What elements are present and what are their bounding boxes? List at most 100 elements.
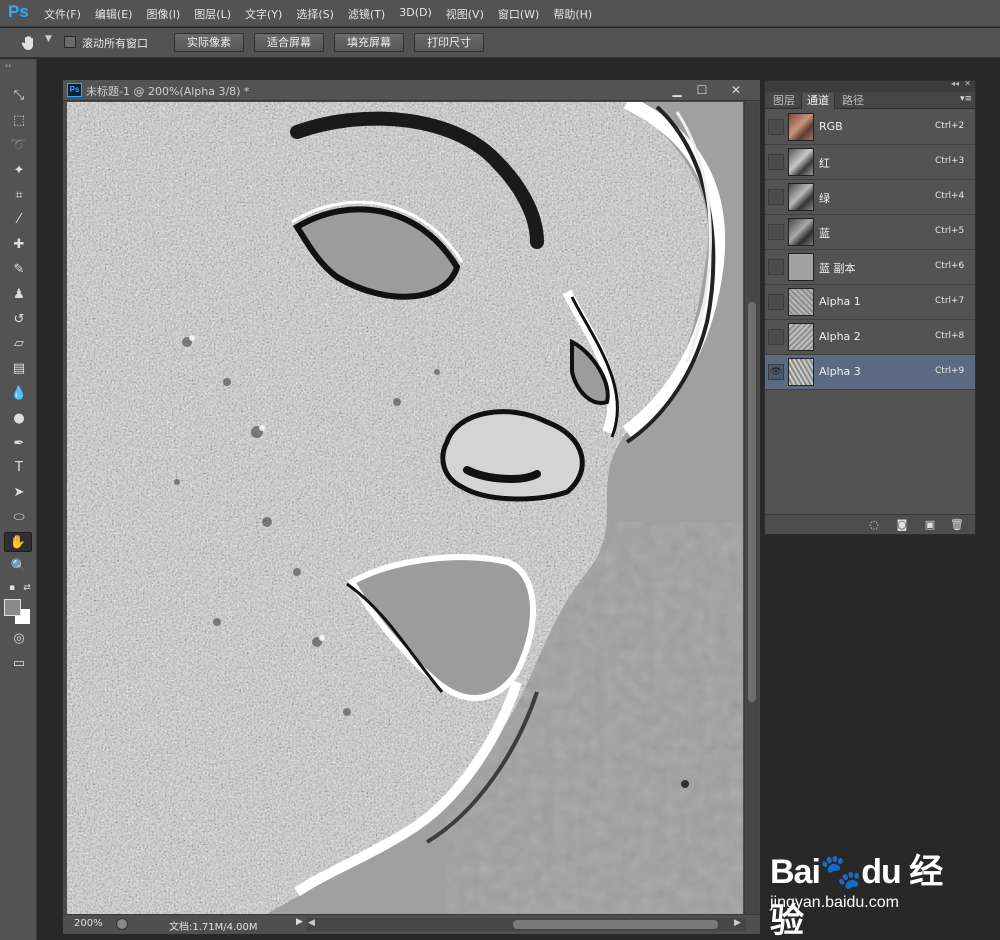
- fit-screen-button[interactable]: 适合屏幕: [254, 33, 324, 52]
- channel-row-blue-copy[interactable]: 蓝 副本 Ctrl+6: [765, 250, 975, 285]
- scroll-right-icon[interactable]: ▶: [734, 918, 741, 928]
- alpha-channel-image: [67, 102, 743, 914]
- visibility-toggle[interactable]: [768, 259, 784, 275]
- vertical-scrollbar[interactable]: [744, 102, 759, 914]
- menu-type[interactable]: 文字(Y): [245, 6, 282, 22]
- trash-icon[interactable]: 🗑: [950, 518, 964, 531]
- preset-dropdown-icon[interactable]: ▼: [45, 34, 52, 44]
- screen-mode-icon[interactable]: ▭: [9, 654, 29, 674]
- scroll-all-windows-label: 滚动所有窗口: [82, 37, 148, 50]
- menu-help[interactable]: 帮助(H): [553, 6, 592, 22]
- marquee-tool-icon[interactable]: ⬚: [9, 111, 29, 131]
- magic-wand-tool-icon[interactable]: ✦: [9, 161, 29, 181]
- hand-tool-preset-icon[interactable]: [20, 34, 38, 52]
- close-icon[interactable]: ✕: [727, 81, 745, 99]
- menu-layer[interactable]: 图层(L): [194, 6, 231, 22]
- channel-row-green[interactable]: 绿 Ctrl+4: [765, 180, 975, 215]
- maximize-icon[interactable]: ☐: [693, 81, 711, 99]
- move-tool-icon[interactable]: ⤡: [9, 86, 29, 106]
- channel-row-blue[interactable]: 蓝 Ctrl+5: [765, 215, 975, 250]
- document-title: 未标题-1 @ 200%(Alpha 3/8) *: [86, 85, 250, 98]
- foreground-color-swatch[interactable]: [4, 599, 21, 616]
- channel-name: Alpha 1: [819, 295, 861, 308]
- tab-paths[interactable]: 路径: [837, 93, 869, 109]
- tools-panel: ›› ⤡ ⬚ ➰ ✦ ⌗ ⁄ ✚ ✎ ♟ ↺ ▱ ▤ 💧 ● ✒ T ➤ ⬭ ✋…: [0, 59, 37, 940]
- zoom-tool-icon[interactable]: 🔍: [9, 557, 29, 577]
- scroll-left-icon[interactable]: ◀: [308, 918, 315, 928]
- eraser-tool-icon[interactable]: ▱: [9, 334, 29, 354]
- channel-thumbnail-blue-copy: [788, 253, 814, 281]
- visibility-toggle[interactable]: [768, 224, 784, 240]
- panel-menu-icon[interactable]: ▾≡: [960, 94, 972, 104]
- visibility-toggle[interactable]: [768, 294, 784, 310]
- visibility-toggle[interactable]: [768, 154, 784, 170]
- history-brush-tool-icon[interactable]: ↺: [9, 310, 29, 330]
- panel-collapse-icon[interactable]: ◂◂: [951, 79, 959, 88]
- channel-name: 红: [819, 157, 830, 170]
- brush-tool-icon[interactable]: ✎: [9, 260, 29, 280]
- clone-stamp-tool-icon[interactable]: ♟: [9, 285, 29, 305]
- horizontal-scroll-thumb[interactable]: [513, 920, 718, 929]
- document-title-bar[interactable]: Ps 未标题-1 @ 200%(Alpha 3/8) * ▁ ☐ ✕: [63, 80, 760, 101]
- status-menu-arrow-icon[interactable]: ▶: [296, 917, 303, 927]
- channel-name: 绿: [819, 192, 830, 205]
- tab-layers[interactable]: 图层: [768, 93, 800, 109]
- channel-thumbnail-red: [788, 148, 814, 176]
- minimize-icon[interactable]: ▁: [668, 81, 686, 99]
- eye-icon[interactable]: 👁: [768, 364, 784, 380]
- menu-image[interactable]: 图像(I): [146, 6, 180, 22]
- menu-edit[interactable]: 编辑(E): [95, 6, 133, 22]
- channel-row-alpha-3[interactable]: 👁 Alpha 3 Ctrl+9: [765, 355, 975, 390]
- channel-row-red[interactable]: 红 Ctrl+3: [765, 145, 975, 180]
- path-selection-tool-icon[interactable]: ➤: [9, 483, 29, 503]
- panel-close-icon[interactable]: ✕: [964, 79, 971, 88]
- blur-tool-icon[interactable]: 💧: [9, 384, 29, 404]
- channel-thumbnail-alpha-1: [788, 288, 814, 316]
- channel-row-alpha-2[interactable]: Alpha 2 Ctrl+8: [765, 320, 975, 355]
- channel-row-alpha-1[interactable]: Alpha 1 Ctrl+7: [765, 285, 975, 320]
- visibility-toggle[interactable]: [768, 329, 784, 345]
- quick-mask-icon[interactable]: ◎: [9, 629, 29, 649]
- crop-tool-icon[interactable]: ⌗: [9, 186, 29, 206]
- pen-tool-icon[interactable]: ✒: [9, 434, 29, 454]
- eyedropper-tool-icon[interactable]: ⁄: [9, 210, 29, 230]
- menu-file[interactable]: 文件(F): [44, 6, 81, 22]
- visibility-toggle[interactable]: [768, 119, 784, 135]
- save-selection-icon[interactable]: ◙: [895, 518, 909, 531]
- hand-tool-icon[interactable]: ✋: [4, 532, 32, 552]
- channel-thumbnail-alpha-2: [788, 323, 814, 351]
- panel-header[interactable]: ◂◂ ✕: [765, 79, 975, 92]
- type-tool-icon[interactable]: T: [9, 458, 29, 478]
- channel-list: RGB Ctrl+2 红 Ctrl+3 绿 Ctrl+4 蓝 Ctrl+5 蓝 …: [765, 110, 975, 390]
- menu-3d[interactable]: 3D(D): [399, 6, 432, 22]
- channel-name: Alpha 3: [819, 365, 861, 378]
- healing-brush-tool-icon[interactable]: ✚: [9, 235, 29, 255]
- lasso-tool-icon[interactable]: ➰: [9, 136, 29, 156]
- menu-view[interactable]: 视图(V): [446, 6, 484, 22]
- vertical-scroll-thumb[interactable]: [748, 302, 756, 702]
- document-window: Ps 未标题-1 @ 200%(Alpha 3/8) * ▁ ☐ ✕ 200% …: [62, 79, 761, 935]
- dodge-tool-icon[interactable]: ●: [9, 409, 29, 429]
- tab-channels[interactable]: 通道: [801, 93, 835, 109]
- scroll-all-windows-checkbox[interactable]: [64, 36, 76, 48]
- horizontal-scrollbar[interactable]: ◀ ▶: [306, 918, 746, 931]
- status-bar: 200% 文档:1.71M/4.00M ▶ ◀ ▶: [63, 914, 760, 934]
- ellipse-tool-icon[interactable]: ⬭: [9, 508, 29, 528]
- menu-window[interactable]: 窗口(W): [498, 6, 539, 22]
- new-channel-icon[interactable]: ▣: [923, 518, 937, 531]
- print-size-button[interactable]: 打印尺寸: [414, 33, 484, 52]
- document-canvas[interactable]: [67, 102, 743, 914]
- actual-pixels-button[interactable]: 实际像素: [174, 33, 244, 52]
- panel-expand-icon[interactable]: ››: [5, 61, 11, 70]
- menu-select[interactable]: 选择(S): [296, 6, 334, 22]
- visibility-toggle[interactable]: [768, 189, 784, 205]
- fill-screen-button[interactable]: 填充屏幕: [334, 33, 404, 52]
- load-selection-icon[interactable]: ◌: [867, 518, 881, 531]
- baidu-jingyan-watermark: Bai🐾du 经验 jingyan.baidu.com: [770, 830, 970, 940]
- status-info-icon[interactable]: [116, 918, 128, 930]
- zoom-level[interactable]: 200%: [74, 918, 103, 929]
- menu-filter[interactable]: 滤镜(T): [348, 6, 385, 22]
- channel-row-rgb[interactable]: RGB Ctrl+2: [765, 110, 975, 145]
- swap-colors-icon[interactable]: ⇄: [17, 578, 37, 598]
- gradient-tool-icon[interactable]: ▤: [9, 359, 29, 379]
